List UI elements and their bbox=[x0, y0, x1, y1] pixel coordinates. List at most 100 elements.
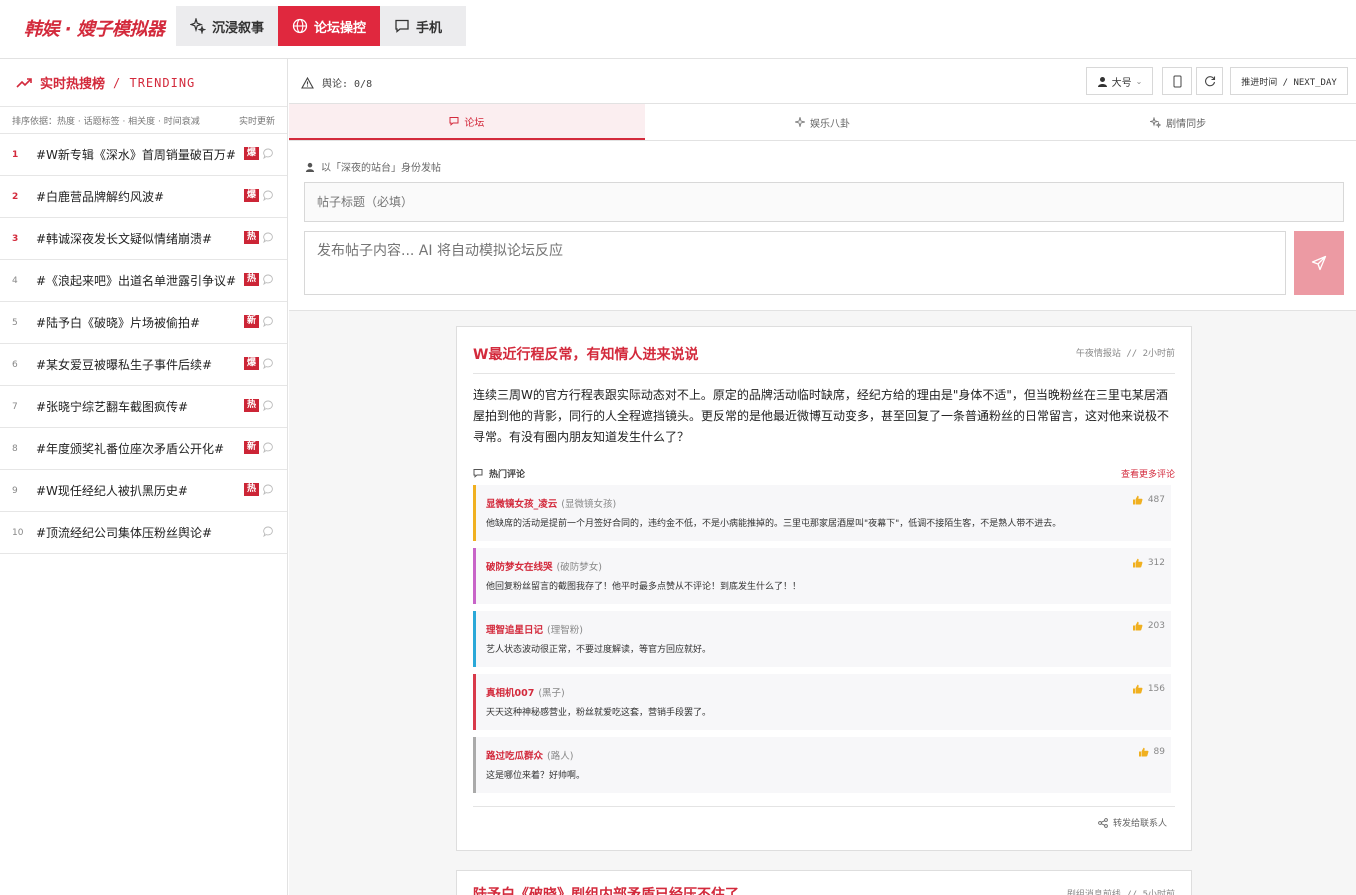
hot-comments-label: 热门评论 bbox=[489, 469, 526, 480]
heat-badge: 热 bbox=[243, 273, 259, 286]
mode-immersive-narrative[interactable]: 沉浸叙事 bbox=[176, 6, 278, 46]
tab-forum[interactable]: 论坛 bbox=[289, 104, 645, 140]
realtime-label: 实时更新 bbox=[238, 116, 275, 127]
sparkles-icon bbox=[1150, 116, 1162, 128]
hot-comments-title: 热门评论 bbox=[473, 467, 525, 480]
comment-icon[interactable] bbox=[263, 526, 274, 537]
share-icon bbox=[1098, 817, 1108, 828]
comment-icon[interactable] bbox=[263, 190, 274, 201]
comment-icon[interactable] bbox=[263, 232, 274, 243]
comment-author-name: 路过吃瓜群众 bbox=[486, 751, 544, 762]
chevron-down-icon: ⌄ bbox=[1135, 76, 1143, 86]
like-count: 156 bbox=[1147, 684, 1165, 694]
comment-icon[interactable] bbox=[263, 358, 274, 369]
thumbs-up-icon bbox=[1132, 558, 1143, 568]
like-button[interactable]: 312 bbox=[1132, 558, 1165, 568]
trending-item[interactable]: 9 #W现任经纪人被扒黑历史# 热 bbox=[0, 470, 287, 512]
like-button[interactable]: 487 bbox=[1132, 495, 1165, 505]
user-icon bbox=[305, 162, 315, 172]
comment-icon[interactable] bbox=[263, 316, 274, 327]
like-count: 89 bbox=[1153, 747, 1165, 757]
mode-label: 手机 bbox=[416, 20, 443, 36]
trending-item[interactable]: 2 #白鹿营品牌解约风波# 爆 bbox=[0, 176, 287, 218]
heat-badge: 热 bbox=[243, 399, 259, 412]
comment-item: 显微镜女孩_凌云 (显微镜女孩) 他缺席的活动是提前一个月签好合同的，违约金不低，不… bbox=[473, 485, 1171, 541]
mode-phone[interactable]: 手机 bbox=[380, 6, 456, 46]
trending-item[interactable]: 6 #某女爱豆被曝私生子事件后续# 爆 bbox=[0, 344, 287, 386]
trending-item[interactable]: 8 #年度颁奖礼番位座次矛盾公开化# 新 bbox=[0, 428, 287, 470]
comment-author-name: 破防梦女在线哭 bbox=[486, 562, 553, 573]
like-button[interactable]: 203 bbox=[1132, 621, 1165, 631]
like-count: 203 bbox=[1147, 621, 1165, 631]
trending-topic: #顶流经纪公司集体压粉丝舆论# bbox=[36, 526, 213, 540]
refresh-icon bbox=[1204, 76, 1215, 87]
comment-icon[interactable] bbox=[263, 484, 274, 495]
comment-author[interactable]: 理智追星日记 (理智粉) bbox=[486, 622, 583, 636]
comment-author[interactable]: 显微镜女孩_凌云 (显微镜女孩) bbox=[486, 496, 616, 510]
comment-author-role: (显微镜女孩) bbox=[561, 499, 617, 510]
comment-icon[interactable] bbox=[263, 400, 274, 411]
trending-item[interactable]: 1 #W新专辑《深水》首周销量破百万# 爆 bbox=[0, 134, 287, 176]
comment-text: 天天这种神秘感营业，粉丝就爱吃这套，营销手段罢了。 bbox=[486, 708, 712, 718]
post-meta: 午夜情报站 // 2小时前 bbox=[1075, 349, 1175, 359]
comment-icon[interactable] bbox=[263, 148, 274, 159]
trending-item[interactable]: 4 #《浪起来吧》出道名单泄露引争议# 热 bbox=[0, 260, 287, 302]
comment-author-name: 真相机007 bbox=[486, 688, 535, 699]
warning-icon bbox=[301, 76, 314, 89]
like-count: 487 bbox=[1147, 495, 1165, 505]
trending-rank: 8 bbox=[12, 443, 18, 454]
trending-item[interactable]: 7 #张晓宁综艺翻车截图疯传# 热 bbox=[0, 386, 287, 428]
more-comments-link[interactable]: 查看更多评论 bbox=[1121, 467, 1175, 480]
phone-button[interactable] bbox=[1162, 67, 1192, 95]
comment-icon[interactable] bbox=[263, 274, 274, 285]
post-identity: 以「深夜的站台」身份发帖 bbox=[305, 159, 441, 174]
tab-story-sync[interactable]: 剧情同步 bbox=[1000, 104, 1356, 140]
post-body: 连续三周W的官方行程表跟实际动态对不上。原定的品牌活动临时缺席，经纪方给的理由是… bbox=[473, 388, 1170, 444]
trending-rank: 10 bbox=[12, 527, 24, 538]
sparkle-icon bbox=[795, 117, 805, 127]
post-title[interactable]: 陆予白《破晓》剧组内部矛盾已经压不住了 bbox=[473, 884, 739, 895]
tab-gossip[interactable]: 娱乐八卦 bbox=[645, 104, 1001, 140]
trending-item[interactable]: 5 #陆予白《破晓》片场被偷拍# 新 bbox=[0, 302, 287, 344]
trending-item[interactable]: 10 #顶流经纪公司集体压粉丝舆论# bbox=[0, 512, 287, 554]
thumbs-up-icon bbox=[1132, 684, 1143, 694]
post-title[interactable]: W最近行程反常，有知情人进来说说 bbox=[473, 347, 698, 363]
mode-forum-control[interactable]: 论坛操控 bbox=[278, 6, 381, 46]
trending-rank: 4 bbox=[12, 275, 18, 286]
comment-author[interactable]: 真相机007 (黑子) bbox=[486, 685, 565, 699]
like-button[interactable]: 89 bbox=[1138, 747, 1165, 757]
advance-time-button[interactable]: 推进时间 / NEXT_DAY bbox=[1230, 67, 1348, 95]
send-icon bbox=[1311, 255, 1327, 271]
heat-badge: 热 bbox=[243, 483, 259, 496]
refresh-button[interactable] bbox=[1196, 67, 1223, 95]
comment-text: 这是哪位来着？好帅啊。 bbox=[486, 771, 586, 781]
post-title-input[interactable] bbox=[304, 182, 1344, 222]
post-identity-text: 以「深夜的站台」身份发帖 bbox=[321, 163, 441, 174]
send-button[interactable] bbox=[1294, 231, 1344, 295]
share-label: 转发给联系人 bbox=[1112, 819, 1167, 829]
comment-author[interactable]: 破防梦女在线哭 (破防梦女) bbox=[486, 559, 602, 573]
comment-item: 路过吃瓜群众 (路人) 这是哪位来着？好帅啊。 89 bbox=[473, 737, 1171, 793]
comment-icon[interactable] bbox=[263, 442, 274, 453]
top-bar: 韩娱 · 嫂子模拟器 沉浸叙事 论坛操控 手机 bbox=[0, 0, 1356, 59]
comment-author-role: (理智粉) bbox=[547, 625, 583, 636]
comment-item: 破防梦女在线哭 (破防梦女) 他回复粉丝留言的截图我存了！他平时最多点赞从不评论！到… bbox=[473, 548, 1171, 604]
thumbs-up-icon bbox=[1132, 621, 1143, 631]
heat-badge: 新 bbox=[243, 315, 259, 328]
account-dropdown[interactable]: 大号 ⌄ bbox=[1086, 67, 1153, 95]
trending-item[interactable]: 3 #韩诚深夜发长文疑似情绪崩溃# 热 bbox=[0, 218, 287, 260]
globe-icon bbox=[292, 18, 308, 34]
post-content-input[interactable] bbox=[304, 231, 1286, 295]
heat-badge: 爆 bbox=[243, 189, 259, 202]
trending-sort-hint-bar: 排序依据：热度 · 话题标签 · 相关度 · 时间衰减 实时更新 bbox=[0, 107, 287, 134]
comment-text: 他回复粉丝留言的截图我存了！他平时最多点赞从不评论！到底发生什么了！！ bbox=[486, 582, 802, 592]
comment-author-name: 理智追星日记 bbox=[486, 625, 544, 636]
trending-sidebar: 实时热搜榜 / TRENDING 排序依据：热度 · 话题标签 · 相关度 · … bbox=[0, 59, 288, 895]
chat-icon bbox=[449, 117, 459, 126]
comment-author[interactable]: 路过吃瓜群众 (路人) bbox=[486, 748, 573, 762]
trending-rank: 2 bbox=[12, 191, 19, 202]
share-button[interactable]: 转发给联系人 bbox=[1098, 816, 1167, 829]
chat-icon bbox=[395, 19, 409, 33]
like-button[interactable]: 156 bbox=[1132, 684, 1165, 694]
trending-rank: 1 bbox=[12, 149, 19, 160]
